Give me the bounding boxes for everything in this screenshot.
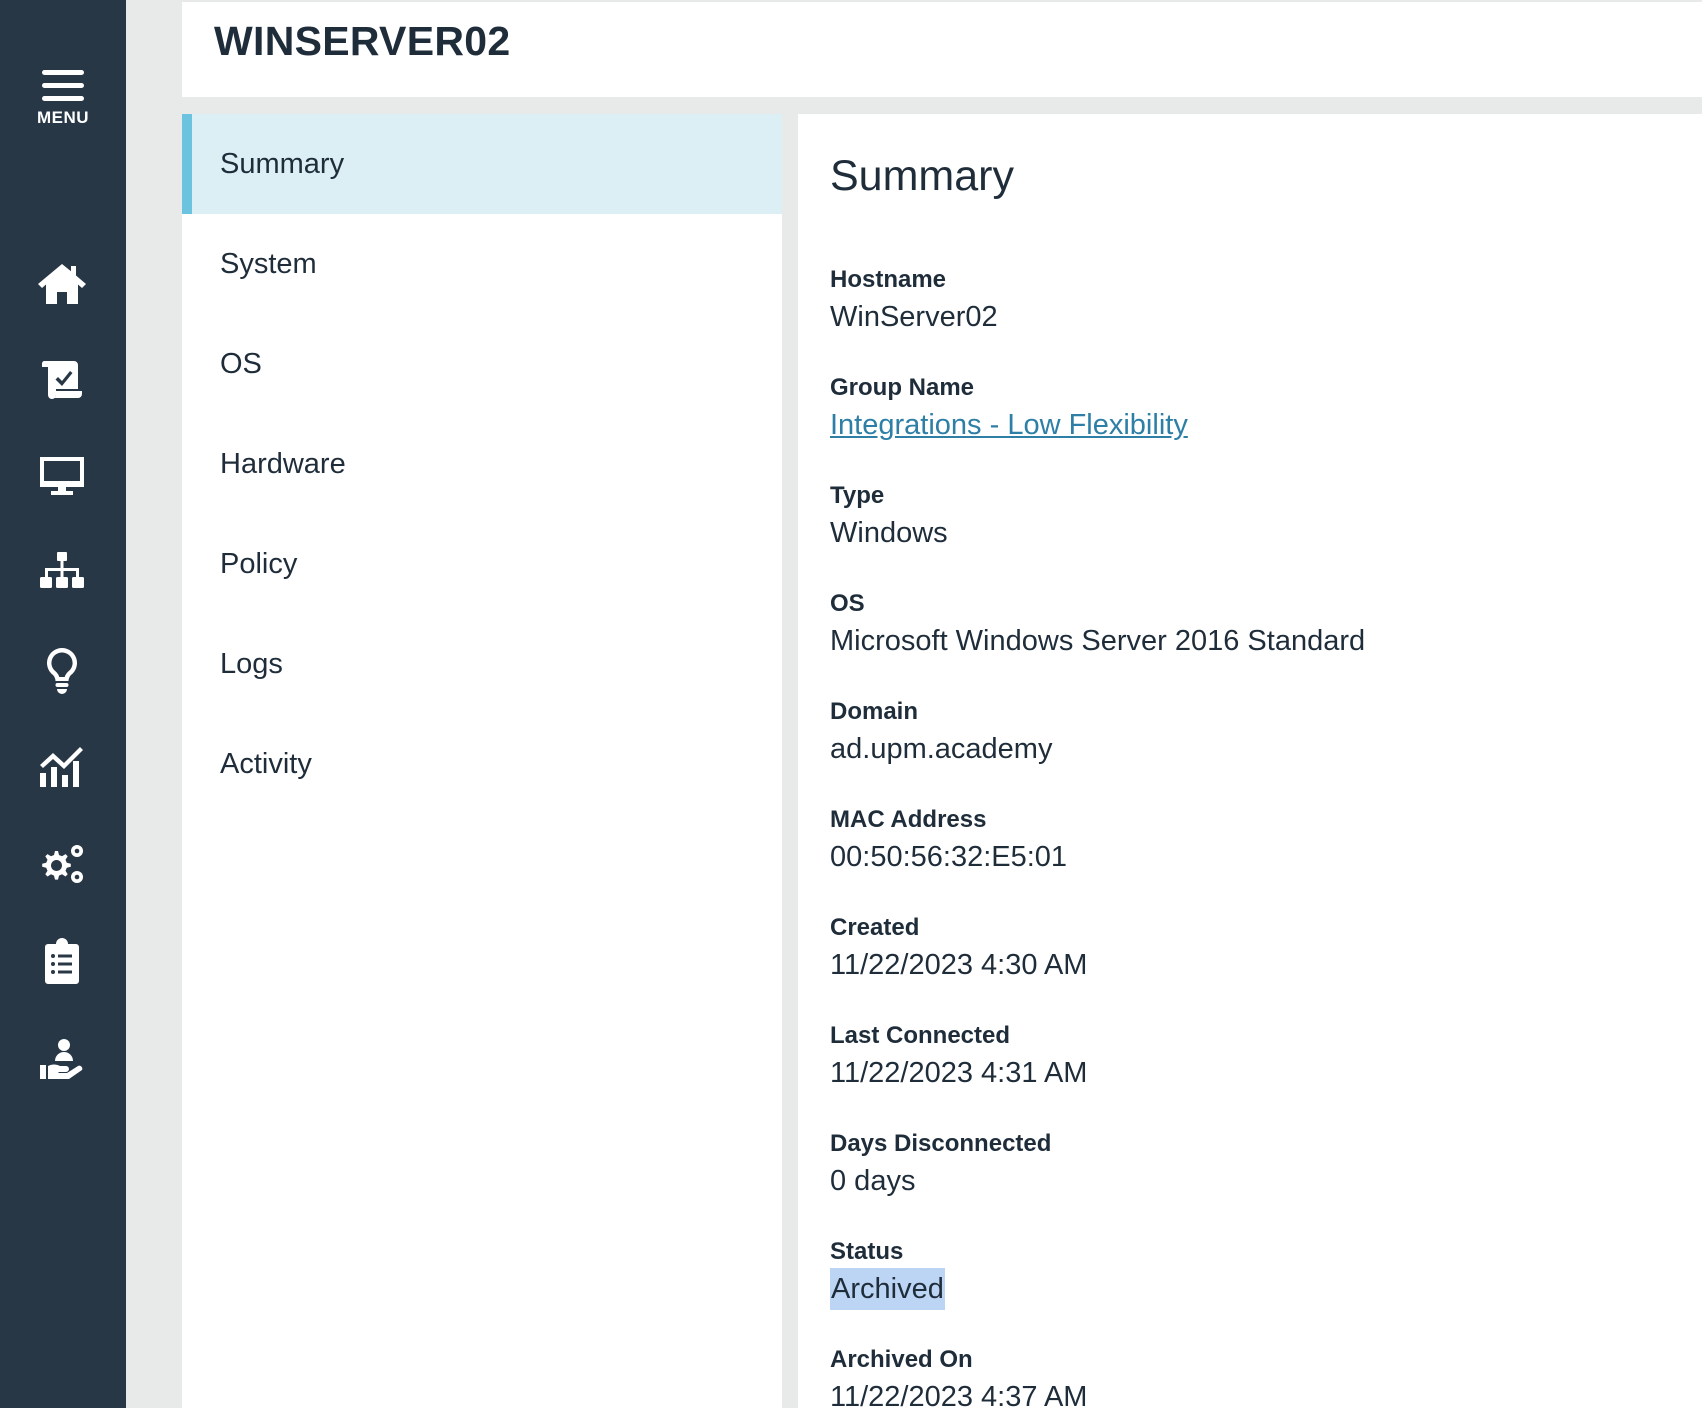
field-status: Status Archived	[830, 1236, 1670, 1344]
field-value: Microsoft Windows Server 2016 Standard	[830, 625, 1366, 657]
field-group-name: Group Name Integrations - Low Flexibilit…	[830, 372, 1670, 480]
tab-policy[interactable]: Policy	[182, 514, 782, 614]
field-label: Hostname	[830, 266, 947, 293]
summary-fields: Hostname WinServer02 Group Name Integrat…	[830, 264, 1670, 1408]
field-domain: Domain ad.upm.academy	[830, 696, 1670, 804]
group-name-link[interactable]: Integrations - Low Flexibility	[830, 404, 1188, 446]
field-label: MAC Address	[830, 806, 987, 833]
hamburger-icon	[42, 70, 84, 109]
field-value: 00:50:56:32:E5:01	[830, 841, 1068, 873]
field-value: 11/22/2023 4:31 AM	[830, 1057, 1088, 1089]
field-value: 11/22/2023 4:37 AM	[830, 1381, 1088, 1408]
home-icon[interactable]	[33, 255, 91, 313]
tab-summary[interactable]: Summary	[182, 114, 782, 214]
tab-logs[interactable]: Logs	[182, 614, 782, 714]
field-label: Days Disconnected	[830, 1130, 1052, 1157]
tabs-panel: Summary System OS Hardware Policy Logs A…	[182, 114, 782, 1408]
field-label: Group Name	[830, 374, 975, 401]
nav-rail: MENU	[0, 0, 126, 1408]
page-title: WINSERVER02	[214, 18, 511, 64]
field-mac-address: MAC Address 00:50:56:32:E5:01	[830, 804, 1670, 912]
section-title: Summary	[830, 152, 1014, 200]
scroll-check-icon[interactable]	[33, 348, 91, 406]
tab-os[interactable]: OS	[182, 314, 782, 414]
field-value: 0 days	[830, 1165, 916, 1197]
menu-label: MENU	[36, 108, 90, 127]
gears-icon[interactable]	[33, 836, 91, 894]
menu-button[interactable]: MENU	[0, 70, 126, 150]
tab-hardware[interactable]: Hardware	[182, 414, 782, 514]
field-days-disconnected: Days Disconnected 0 days	[830, 1128, 1670, 1236]
hand-user-icon[interactable]	[33, 1030, 91, 1088]
field-label: Archived On	[830, 1346, 973, 1373]
summary-panel: Summary Hostname WinServer02 Group Name …	[798, 114, 1702, 1408]
field-label: Domain	[830, 698, 919, 725]
field-label: Created	[830, 914, 920, 941]
field-value: Windows	[830, 517, 948, 549]
tab-system[interactable]: System	[182, 214, 782, 314]
field-label: Type	[830, 482, 885, 509]
tab-activity[interactable]: Activity	[182, 714, 782, 814]
field-type: Type Windows	[830, 480, 1670, 588]
clipboard-list-icon[interactable]	[33, 933, 91, 991]
chart-icon[interactable]	[33, 738, 91, 796]
monitor-icon[interactable]	[33, 446, 91, 504]
field-value: WinServer02	[830, 301, 998, 333]
field-value: ad.upm.academy	[830, 733, 1053, 765]
field-hostname: Hostname WinServer02	[830, 264, 1670, 372]
field-archived-on: Archived On 11/22/2023 4:37 AM	[830, 1344, 1670, 1408]
sitemap-icon[interactable]	[33, 543, 91, 601]
field-label: Status	[830, 1238, 904, 1265]
field-created: Created 11/22/2023 4:30 AM	[830, 912, 1670, 1020]
field-value: 11/22/2023 4:30 AM	[830, 949, 1088, 981]
field-label: Last Connected	[830, 1022, 1011, 1049]
field-label: OS	[830, 590, 865, 617]
field-os: OS Microsoft Windows Server 2016 Standar…	[830, 588, 1670, 696]
status-value: Archived	[830, 1268, 945, 1310]
title-bar: WINSERVER02	[182, 2, 1702, 97]
lightbulb-icon[interactable]	[33, 641, 91, 699]
field-last-connected: Last Connected 11/22/2023 4:31 AM	[830, 1020, 1670, 1128]
